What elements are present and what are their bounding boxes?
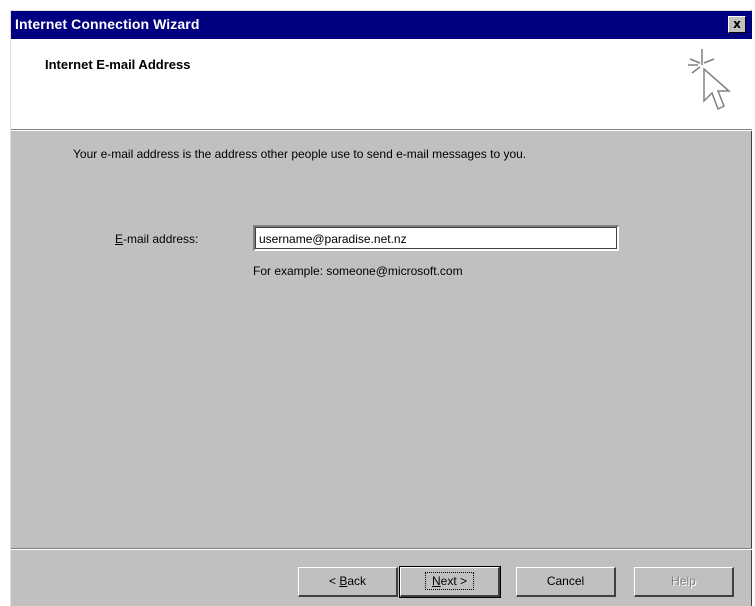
help-button[interactable]: Help [634, 567, 734, 597]
next-button-rest: ext > [440, 574, 468, 588]
window-title: Internet Connection Wizard [15, 16, 200, 32]
cancel-button-label: Cancel [546, 574, 585, 588]
title-bar[interactable]: Internet Connection Wizard x [11, 11, 752, 39]
header-highlight [11, 130, 752, 131]
help-button-label: Help [671, 574, 696, 588]
back-button-rest: ack [347, 574, 367, 588]
email-label-rest: -mail address: [123, 232, 199, 246]
back-button-prefix: < [328, 574, 340, 588]
email-address-label: E-mail address: [115, 232, 198, 246]
email-address-input[interactable] [253, 225, 619, 251]
next-button[interactable]: Next > [399, 566, 501, 598]
button-separator [11, 548, 752, 550]
intro-text: Your e-mail address is the address other… [73, 147, 527, 161]
next-button-focus: Next > [424, 572, 475, 590]
email-example-text: For example: someone@microsoft.com [253, 264, 463, 278]
close-button[interactable]: x [728, 16, 746, 33]
page-heading: Internet E-mail Address [45, 57, 191, 72]
close-icon: x [733, 17, 741, 31]
wizard-cursor-sparkle-icon [688, 49, 731, 111]
wizard-header: Internet E-mail Address [11, 39, 752, 130]
back-button[interactable]: < Back [298, 567, 398, 597]
next-button-accelerator: N [431, 574, 441, 588]
email-label-accelerator: E [115, 232, 124, 246]
wizard-window: Internet Connection Wizard x Internet E-… [10, 10, 752, 606]
cancel-button[interactable]: Cancel [516, 567, 616, 597]
